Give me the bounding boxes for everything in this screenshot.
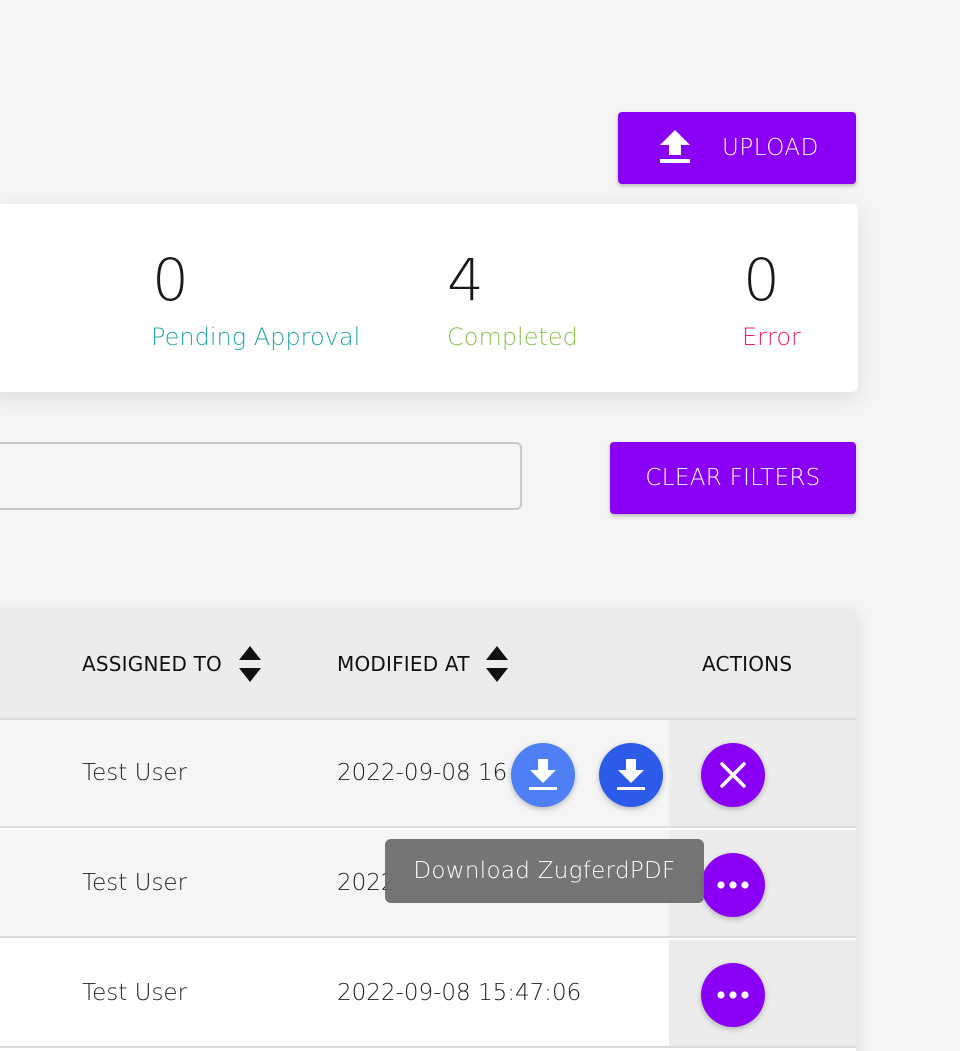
status-summary-card: 0 Pending Approval 4 Completed 0 Error [0, 204, 858, 392]
sort-icon[interactable] [486, 645, 509, 682]
stat-completed-label: Completed [447, 323, 578, 351]
column-header-modified-at[interactable]: MODIFIED AT [337, 610, 509, 718]
cell-modified-at: 2022-09-08 16 [337, 760, 508, 786]
more-actions-button[interactable] [701, 963, 765, 1027]
table-row: Test User 2022-09-08 16 [0, 720, 856, 828]
stat-pending-value: 0 [152, 246, 189, 314]
download-pdf-button[interactable] [511, 743, 575, 807]
download-icon [529, 759, 557, 790]
stat-pending-label: Pending Approval [151, 323, 361, 351]
upload-button[interactable]: UPLOAD [618, 112, 856, 184]
table-row: Test User 2022-09-08 15:47:06 [0, 940, 856, 1048]
stat-error-label: Error [742, 323, 801, 351]
column-header-modified-at-label: MODIFIED AT [337, 652, 470, 676]
tooltip-download-zugferd: Download ZugferdPDF [385, 839, 704, 903]
close-actions-button[interactable] [701, 743, 765, 807]
download-zugferd-pdf-button[interactable] [599, 743, 663, 807]
stat-completed-value: 4 [447, 246, 484, 314]
page: UPLOAD 0 Pending Approval 4 Completed 0 … [0, 0, 960, 1051]
column-header-assigned-to-label: ASSIGNED TO [82, 652, 222, 676]
more-horizontal-icon [717, 991, 749, 999]
search-input[interactable] [0, 442, 522, 510]
more-horizontal-icon [717, 881, 749, 889]
close-icon [720, 762, 746, 788]
stat-error-value: 0 [743, 246, 780, 314]
upload-icon [660, 130, 690, 163]
documents-table: ASSIGNED TO MODIFIED AT ACTIONS Test Use… [0, 610, 856, 1051]
cell-assigned-to: Test User [82, 760, 188, 786]
sort-icon[interactable] [238, 645, 261, 682]
cell-modified-at: 2022-09-08 15:47:06 [337, 980, 582, 1006]
clear-filters-button[interactable]: CLEAR FILTERS [610, 442, 856, 514]
column-header-assigned-to[interactable]: ASSIGNED TO [82, 610, 261, 718]
download-icon [617, 759, 645, 790]
more-actions-button[interactable] [701, 853, 765, 917]
cell-assigned-to: Test User [82, 870, 188, 896]
column-header-actions: ACTIONS [702, 652, 793, 676]
upload-button-label: UPLOAD [722, 135, 819, 161]
cell-assigned-to: Test User [82, 980, 188, 1006]
table-header: ASSIGNED TO MODIFIED AT ACTIONS [0, 610, 856, 720]
